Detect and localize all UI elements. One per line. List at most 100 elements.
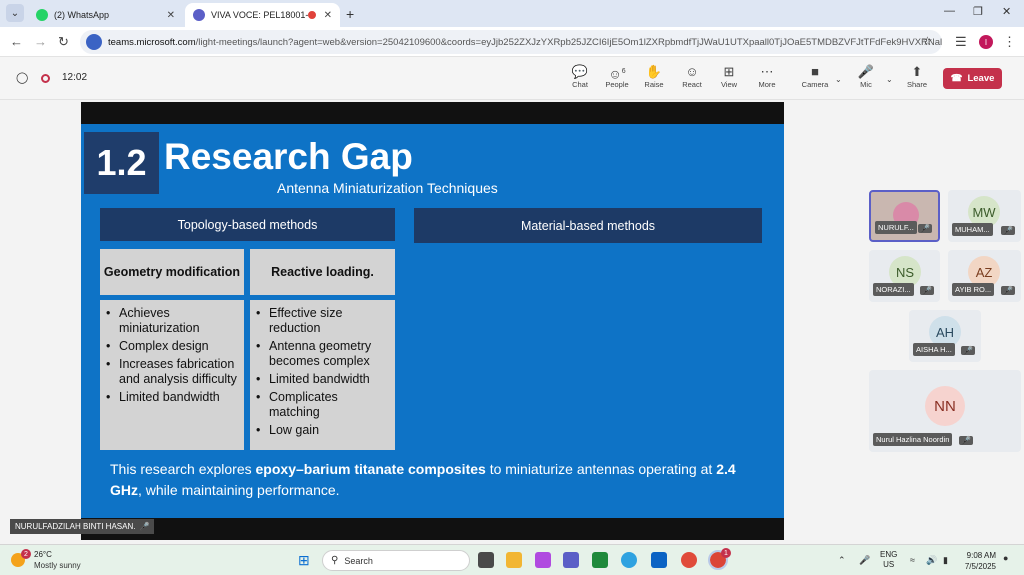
more-label: More xyxy=(758,80,776,89)
people-button[interactable]: ☺6 People xyxy=(600,63,634,89)
view-label: View xyxy=(720,80,738,89)
share-button[interactable]: ⬆ Share xyxy=(900,63,934,89)
tab-whatsapp[interactable]: (2) WhatsApp ✕ xyxy=(28,3,183,27)
mic-icon: 🎤 xyxy=(1001,226,1015,235)
react-button[interactable]: ☺ React xyxy=(675,63,709,89)
tab-search-chevron-icon[interactable]: ⌄ xyxy=(6,4,24,22)
list-item: Antenna geometry becomes complex xyxy=(256,339,391,369)
participant-name: AISHA H... xyxy=(913,343,955,356)
smiley-icon: ☺ xyxy=(685,64,699,79)
menu-icon[interactable]: ⋮ xyxy=(1003,34,1016,50)
excel-icon[interactable] xyxy=(592,552,608,568)
people-count: 6 xyxy=(621,68,626,75)
language-indicator[interactable]: ENG US xyxy=(880,550,897,570)
slide-title: Research Gap xyxy=(164,136,413,177)
close-window-icon[interactable]: ✕ xyxy=(1002,5,1011,18)
leave-button[interactable]: ☎ Leave xyxy=(943,68,1002,89)
footer-text: , while maintaining performance. xyxy=(138,482,340,498)
mic-icon: 🎤 xyxy=(139,522,150,531)
teams-app-icon[interactable] xyxy=(563,552,579,568)
participant-name: MUHAM... xyxy=(952,223,993,236)
wifi-icon[interactable]: ≈ xyxy=(910,555,915,565)
mic-icon: 🎤 xyxy=(961,346,975,355)
restore-icon[interactable]: ❐ xyxy=(973,5,983,18)
clock[interactable]: 9:08 AM 7/5/2025 xyxy=(962,550,996,572)
camera-options-chevron-icon[interactable]: ⌄ xyxy=(835,75,842,84)
more-button[interactable]: ⋯ More xyxy=(750,63,784,89)
chat-label: Chat xyxy=(572,80,588,89)
footer-emphasis: epoxy–barium titanate composites xyxy=(255,461,486,477)
participant-tile[interactable]: AH AISHA H... 🎤 xyxy=(909,310,981,362)
raise-hand-button[interactable]: ✋ Raise xyxy=(637,63,671,89)
meeting-toolbar: ◯ 12:02 💬 Chat ☺6 People ✋ Raise ☺ React ⊞ Vi… xyxy=(0,57,1024,100)
participant-name: Nurul Hazlina Noordin xyxy=(873,433,953,446)
reload-icon[interactable]: ↻ xyxy=(58,34,69,50)
bookmark-star-icon[interactable]: ☆ xyxy=(922,34,933,48)
teams-icon xyxy=(193,9,205,21)
copilot-icon[interactable] xyxy=(535,552,551,568)
search-icon: ⚲ xyxy=(331,555,339,566)
share-tray-icon: ⬆ xyxy=(911,64,923,79)
minimize-icon[interactable]: — xyxy=(944,5,955,17)
extensions-icon[interactable]: ☰ xyxy=(955,34,967,50)
url-host: teams.microsoft.com xyxy=(108,36,196,48)
ellipsis-icon: ⋯ xyxy=(760,64,774,79)
weather-badge: 2 xyxy=(21,549,31,559)
outlook-icon[interactable] xyxy=(651,552,667,568)
language-code: ENG xyxy=(880,550,898,559)
taskbar-search[interactable]: ⚲ Search xyxy=(322,550,470,571)
keyboard-region: US xyxy=(883,560,895,569)
close-icon[interactable]: ✕ xyxy=(167,10,175,21)
forward-icon[interactable]: → xyxy=(34,34,47,49)
list-item: Limited bandwidth xyxy=(106,390,240,405)
topology-methods-header: Topology-based methods xyxy=(100,208,395,241)
participant-tile[interactable]: NURULF... 🎤 xyxy=(869,190,940,242)
microphone-icon[interactable]: 🎤 xyxy=(859,555,870,566)
weather-condition[interactable]: Mostly sunny xyxy=(34,561,81,570)
share-label: Share xyxy=(906,80,927,89)
file-explorer-icon[interactable] xyxy=(506,552,522,568)
leave-label: Leave xyxy=(967,73,995,84)
mic-icon: 🎤 xyxy=(920,286,934,295)
profile-avatar[interactable]: I xyxy=(979,35,993,49)
material-methods-header: Material-based methods xyxy=(414,208,762,243)
chevron-up-icon[interactable]: ⌃ xyxy=(838,555,846,566)
search-placeholder: Search xyxy=(344,555,373,566)
list-item: Increases fabrication and analysis diffi… xyxy=(106,357,240,387)
site-info-icon[interactable] xyxy=(86,34,102,50)
list-item: Achieves miniaturization xyxy=(106,306,240,336)
notification-icon[interactable]: ● xyxy=(1003,553,1008,563)
windows-start-icon[interactable]: ⊞ xyxy=(298,552,310,569)
mic-button[interactable]: 🎤 Mic xyxy=(849,63,883,89)
battery-icon[interactable]: ▮ xyxy=(943,555,948,566)
participant-tile[interactable]: MW MUHAM... 🎤 xyxy=(948,190,1021,242)
participant-tile[interactable]: NN Nurul Hazlina Noordin 🎤 xyxy=(869,370,1021,452)
list-item: Limited bandwidth xyxy=(256,372,391,387)
app-badge: 1 xyxy=(721,548,731,558)
participant-tile[interactable]: AZ AYIB RO... 🎤 xyxy=(948,250,1021,302)
back-icon[interactable]: ← xyxy=(10,34,23,49)
volume-icon[interactable]: 🔊 xyxy=(926,555,937,566)
clock-date: 7/5/2025 xyxy=(964,562,996,571)
temperature[interactable]: 26°C xyxy=(34,550,52,559)
view-button[interactable]: ⊞ View xyxy=(712,63,746,89)
avatar: NN xyxy=(925,386,965,426)
participant-tile[interactable]: NS NORAZI... 🎤 xyxy=(869,250,940,302)
close-icon[interactable]: ✕ xyxy=(324,10,332,21)
chat-button[interactable]: 💬 Chat xyxy=(563,63,597,89)
camera-button[interactable]: ■ Camera xyxy=(798,63,832,89)
mic-options-chevron-icon[interactable]: ⌄ xyxy=(886,75,893,84)
whatsapp-icon xyxy=(36,9,48,21)
url-field[interactable]: teams.microsoft.com /light-meetings/laun… xyxy=(80,30,942,54)
slide-number: 1.2 xyxy=(84,132,159,194)
tab-teams-meeting[interactable]: VIVA VOCE: PEL18001-NURUL ✕ xyxy=(185,3,340,27)
people-icon: ☺6 xyxy=(608,66,626,82)
chrome-icon[interactable] xyxy=(681,552,697,568)
new-tab-icon[interactable]: + xyxy=(346,6,354,22)
edge-icon[interactable] xyxy=(621,552,637,568)
recording-icon xyxy=(41,74,50,83)
task-view-icon[interactable] xyxy=(478,552,494,568)
grid-icon: ⊞ xyxy=(723,64,735,79)
participant-name: NURULF... xyxy=(875,221,917,234)
footer-text: to miniaturize antennas operating at xyxy=(485,461,717,477)
